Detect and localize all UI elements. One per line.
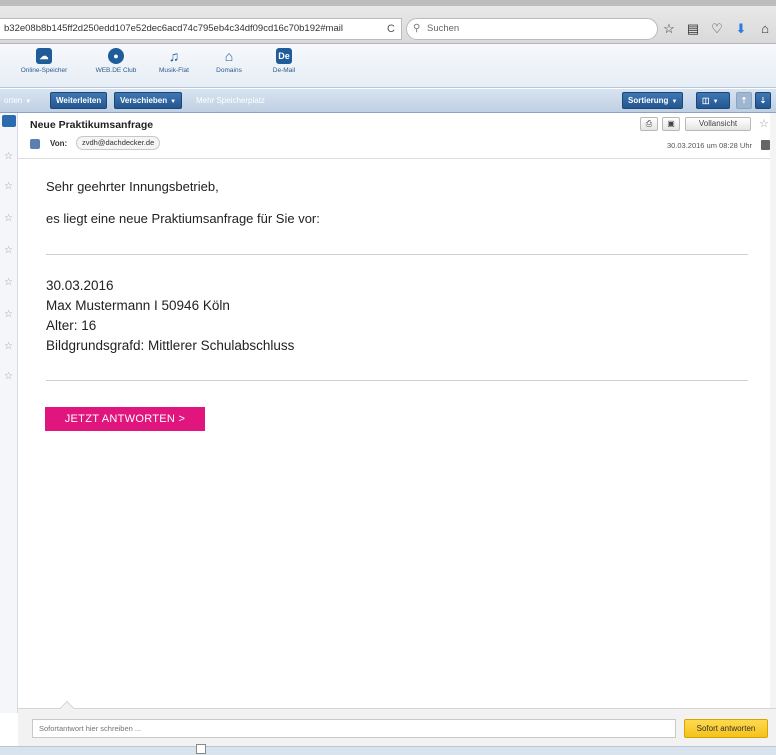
star-icon[interactable]: ☆ bbox=[4, 341, 13, 352]
browser-search-input[interactable]: ⚲ Suchen bbox=[406, 18, 658, 40]
mail-subject: Neue Praktikumsanfrage bbox=[30, 119, 154, 131]
quick-reply-input[interactable] bbox=[32, 719, 676, 738]
mail-body: Sehr geehrter Innungsbetrieb, es liegt e… bbox=[18, 160, 776, 708]
star-icon[interactable]: ☆ bbox=[4, 213, 13, 224]
app-bar: ☁ Online-Speicher ● WEB.DE Club ♫ Musik-… bbox=[0, 44, 776, 88]
sort-button[interactable]: Sortierung ▼ bbox=[622, 92, 684, 109]
send-quick-reply-button[interactable]: Sofort antworten bbox=[684, 719, 768, 738]
music-icon: ♫ bbox=[168, 48, 180, 64]
scrollbar[interactable] bbox=[770, 113, 776, 708]
layout-icon: ◫ bbox=[702, 96, 710, 105]
cloud-icon: ☁ bbox=[36, 48, 52, 64]
reply-button[interactable]: orten ▼ bbox=[4, 92, 31, 111]
app-domains[interactable]: ⌂ Domains bbox=[201, 48, 257, 74]
search-placeholder: Suchen bbox=[427, 23, 460, 34]
pocket-icon[interactable]: ♡ bbox=[710, 20, 724, 38]
app-musik-flat[interactable]: ♫ Musik-Flat bbox=[146, 48, 202, 74]
app-webde-club[interactable]: ● WEB.DE Club bbox=[88, 48, 144, 74]
house-icon: ⌂ bbox=[224, 48, 234, 64]
layout-toggle-button[interactable]: ◫ ▼ bbox=[696, 92, 730, 109]
next-mail-button[interactable]: ⇣ bbox=[755, 92, 771, 109]
chevron-down-icon: ▼ bbox=[25, 99, 32, 105]
from-label: Von: bbox=[50, 139, 68, 148]
download-icon[interactable]: ⬇ bbox=[734, 20, 748, 38]
applicant-education: Bildgrundsgrafd: Mittlerer Schulabschlus… bbox=[46, 338, 295, 353]
contact-icon bbox=[30, 139, 40, 149]
applicant-name-city: Max Mustermann I 50946 Köln bbox=[46, 298, 230, 313]
star-icon[interactable]: ☆ bbox=[4, 151, 13, 162]
divider bbox=[46, 254, 748, 255]
star-icon[interactable]: ☆ bbox=[4, 309, 13, 320]
arrow-up-icon: ⇡ bbox=[740, 96, 748, 105]
browser-icon-group: ☆ ▤ ♡ ⬇ ⌂ bbox=[662, 20, 772, 38]
save-icon[interactable]: ▣ bbox=[662, 117, 680, 131]
app-label: Domains bbox=[216, 67, 242, 74]
info-icon[interactable] bbox=[761, 140, 770, 150]
applicant-age: Alter: 16 bbox=[46, 318, 97, 333]
mail-list-rail: ☆ ☆ ☆ ☆ ☆ ☆ ☆ ☆ bbox=[0, 113, 18, 713]
star-icon[interactable]: ☆ bbox=[4, 371, 13, 382]
resize-handle[interactable] bbox=[196, 744, 206, 754]
browser-toolbar: b32e08b8b145ff2d250edd107e52dec6acd74c79… bbox=[0, 0, 776, 44]
app-de-mail[interactable]: De De-Mail bbox=[256, 48, 312, 74]
status-strip bbox=[0, 746, 776, 755]
mail-toolbar: orten ▼ Weiterleiten Verschieben ▼ Mehr Sp… bbox=[0, 89, 776, 113]
app-online-speicher[interactable]: ☁ Online-Speicher bbox=[16, 48, 72, 74]
quick-reply-bar: Sofort antworten bbox=[18, 700, 776, 746]
arrow-down-icon: ⇣ bbox=[759, 96, 767, 105]
chevron-down-icon: ▼ bbox=[712, 99, 719, 105]
sender-address[interactable]: zvdh@dachdecker.de bbox=[76, 136, 161, 150]
request-date: 30.03.2016 bbox=[46, 278, 114, 293]
reload-icon[interactable]: C bbox=[380, 18, 402, 40]
selected-mail-marker bbox=[2, 115, 16, 127]
mail-date: 30.03.2016 um 08:28 Uhr bbox=[666, 141, 752, 150]
bookmarks-icon[interactable]: ▤ bbox=[686, 20, 700, 38]
intro-text: es liegt eine neue Praktiumsanfrage für … bbox=[46, 211, 320, 226]
chevron-down-icon: ▼ bbox=[170, 99, 177, 105]
url-bar[interactable]: b32e08b8b145ff2d250edd107e52dec6acd74c79… bbox=[0, 18, 402, 40]
sort-label: Sortierung bbox=[628, 96, 669, 105]
star-icon[interactable]: ☆ bbox=[4, 245, 13, 256]
app-label: Online-Speicher bbox=[20, 67, 68, 74]
divider bbox=[46, 380, 748, 381]
forward-button[interactable]: Weiterleiten bbox=[50, 92, 108, 109]
move-label: Verschieben bbox=[120, 96, 168, 105]
club-icon: ● bbox=[108, 48, 124, 64]
favorite-star-icon[interactable]: ☆ bbox=[759, 117, 769, 130]
app-label: WEB.DE Club bbox=[95, 67, 137, 74]
app-label: De-Mail bbox=[272, 67, 296, 74]
chevron-down-icon: ▼ bbox=[671, 99, 678, 105]
star-icon[interactable]: ☆ bbox=[4, 181, 13, 192]
mail-header: Neue Praktikumsanfrage Von: zvdh@dachdec… bbox=[18, 113, 776, 159]
star-icon[interactable]: ☆ bbox=[662, 20, 676, 38]
storage-link[interactable]: Mehr Speicherplatz bbox=[196, 92, 265, 109]
previous-mail-button[interactable]: ⇡ bbox=[736, 92, 752, 109]
reply-now-button[interactable]: JETZT ANTWORTEN > bbox=[45, 407, 205, 431]
print-icon[interactable]: ⎙ bbox=[640, 117, 658, 131]
fullview-button[interactable]: Vollansicht bbox=[685, 117, 751, 131]
reply-label: orten bbox=[4, 96, 23, 105]
move-button[interactable]: Verschieben ▼ bbox=[114, 92, 183, 109]
greeting-text: Sehr geehrter Innungsbetrieb, bbox=[46, 179, 219, 194]
home-icon[interactable]: ⌂ bbox=[758, 20, 772, 38]
de-mail-icon: De bbox=[276, 48, 292, 64]
app-label: Musik-Flat bbox=[159, 67, 189, 74]
star-icon[interactable]: ☆ bbox=[4, 277, 13, 288]
search-icon: ⚲ bbox=[413, 23, 421, 34]
